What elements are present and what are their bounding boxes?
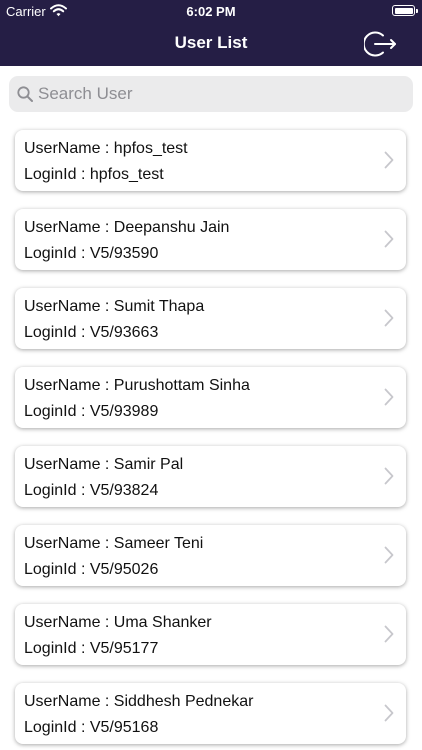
user-row[interactable]: UserName : Samir Pal LoginId : V5/93824 xyxy=(15,446,406,507)
username-text: UserName : Siddhesh Pednekar xyxy=(24,693,254,710)
page-title: User List xyxy=(174,33,248,52)
chevron-right-icon xyxy=(384,388,394,406)
username-text: UserName : Sameer Teni xyxy=(24,535,204,552)
chevron-right-icon xyxy=(384,546,394,564)
user-row[interactable]: UserName : Deepanshu Jain LoginId : V5/9… xyxy=(15,209,406,270)
user-row[interactable]: UserName : Sumit Thapa LoginId : V5/9366… xyxy=(15,288,406,349)
username-text: UserName : Deepanshu Jain xyxy=(24,219,230,236)
username-text: UserName : Sumit Thapa xyxy=(24,298,205,315)
loginid-text: LoginId : V5/93663 xyxy=(24,324,159,341)
search-bar[interactable] xyxy=(9,76,413,112)
chevron-right-icon xyxy=(384,625,394,643)
username-text: UserName : Samir Pal xyxy=(24,456,184,473)
username-text: UserName : hpfos_test xyxy=(24,140,188,157)
loginid-text: LoginId : V5/95177 xyxy=(24,640,159,657)
status-time: 6:02 PM xyxy=(186,4,236,19)
loginid-text: LoginId : hpfos_test xyxy=(24,166,164,183)
chevron-right-icon xyxy=(384,309,394,327)
battery-icon xyxy=(392,5,418,16)
username-text: UserName : Purushottam Sinha xyxy=(24,377,250,394)
loginid-text: LoginId : V5/95026 xyxy=(24,561,159,578)
search-icon xyxy=(17,86,33,102)
user-row[interactable]: UserName : Uma Shanker LoginId : V5/9517… xyxy=(15,604,406,665)
chevron-right-icon xyxy=(384,467,394,485)
username-text: UserName : Uma Shanker xyxy=(24,614,212,631)
user-row[interactable]: UserName : Purushottam Sinha LoginId : V… xyxy=(15,367,406,428)
logout-icon[interactable] xyxy=(364,30,398,58)
chevron-right-icon xyxy=(384,230,394,248)
loginid-text: LoginId : V5/93824 xyxy=(24,482,159,499)
status-bar: Carrier 6:02 PM xyxy=(0,0,422,22)
loginid-text: LoginId : V5/93590 xyxy=(24,245,159,262)
loginid-text: LoginId : V5/95168 xyxy=(24,719,159,736)
chevron-right-icon xyxy=(384,704,394,722)
navigation-bar: Carrier 6:02 PM User List xyxy=(0,0,422,66)
chevron-right-icon xyxy=(384,151,394,169)
user-row[interactable]: UserName : Sameer Teni LoginId : V5/9502… xyxy=(15,525,406,586)
user-row[interactable]: UserName : hpfos_test LoginId : hpfos_te… xyxy=(15,130,406,191)
search-input[interactable] xyxy=(38,76,398,112)
loginid-text: LoginId : V5/93989 xyxy=(24,403,159,420)
user-row[interactable]: UserName : Siddhesh Pednekar LoginId : V… xyxy=(15,683,406,744)
